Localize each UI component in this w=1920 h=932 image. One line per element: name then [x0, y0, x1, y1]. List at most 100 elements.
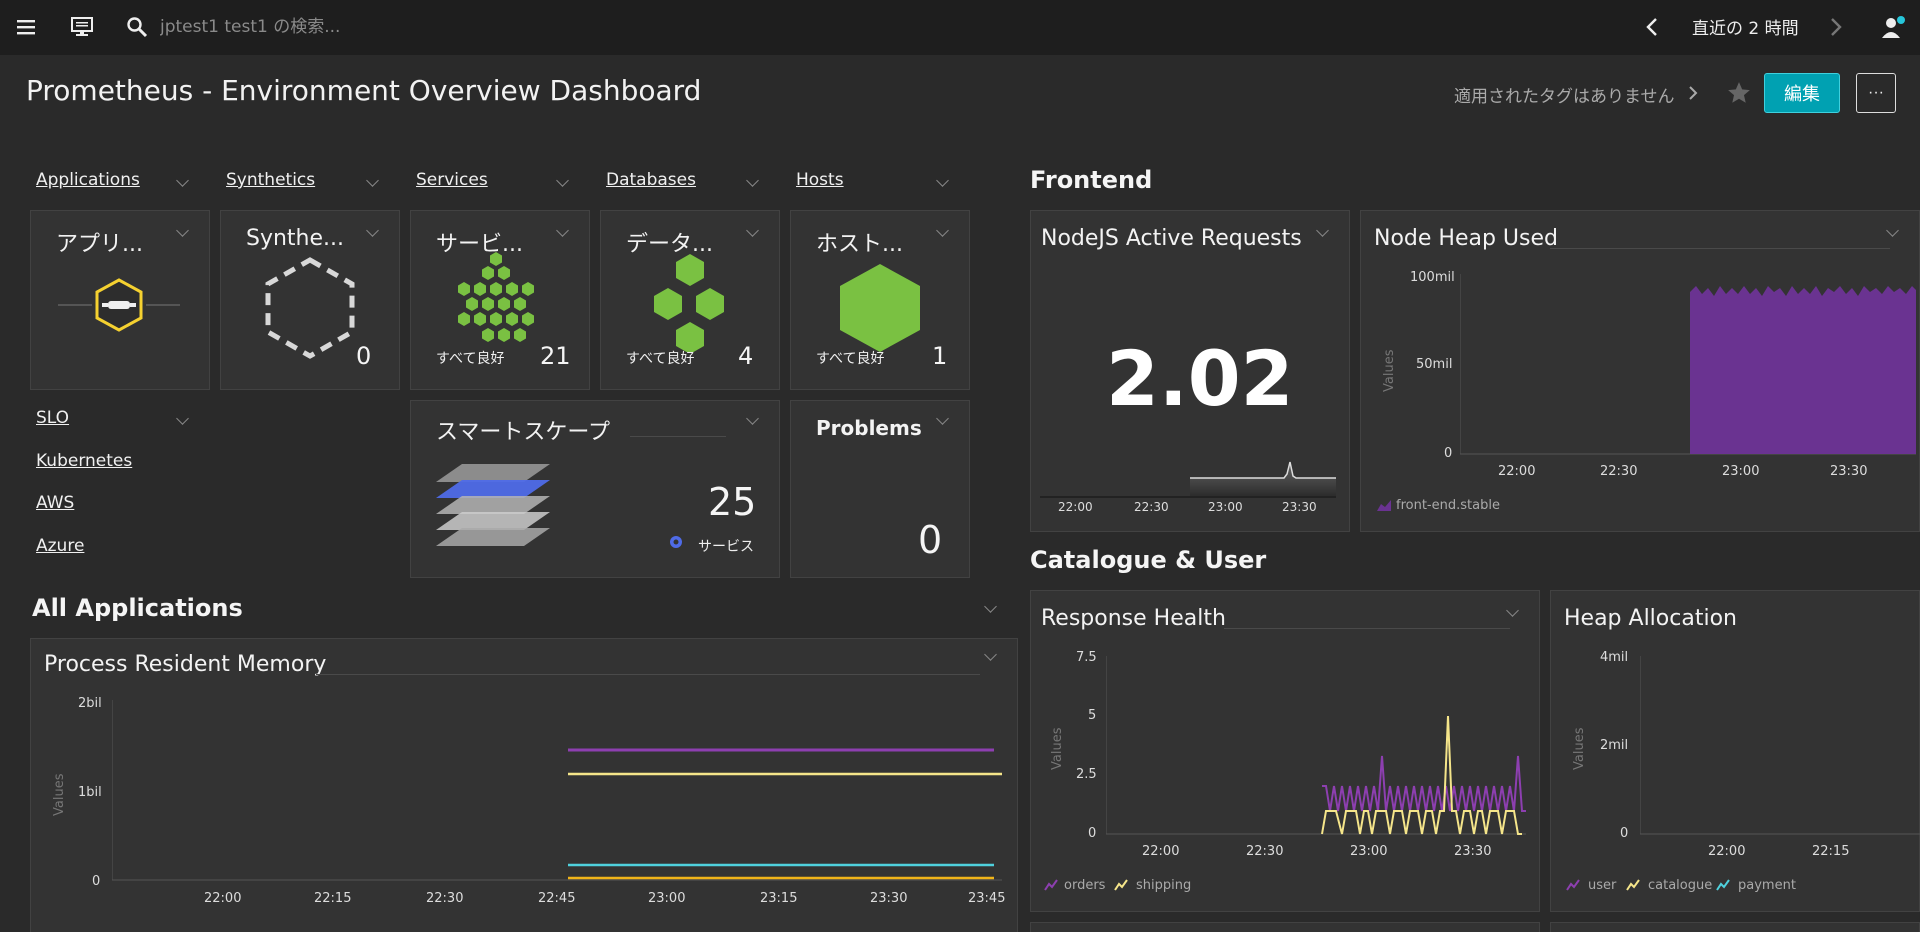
nhu-legend-entry: front-end.stable	[1396, 498, 1500, 513]
favorite-star-icon[interactable]	[1724, 78, 1754, 108]
hosts-status: すべて良好	[816, 351, 885, 367]
search-input[interactable]	[160, 12, 760, 42]
prm-xtick: 22:30	[426, 891, 464, 906]
prm-xtick: 22:15	[314, 891, 352, 906]
timeframe-selector[interactable]: 直近の 2 時間	[1692, 14, 1799, 39]
dashboard-icon[interactable]	[68, 14, 96, 40]
ha-xtick: 22:00	[1708, 844, 1746, 859]
hosts-count: 1	[932, 342, 948, 370]
services-count: 21	[540, 342, 571, 370]
rh-legend-entry: shipping	[1136, 878, 1192, 893]
synthetics-empty-hexagon-icon	[265, 257, 355, 359]
tags-link[interactable]: 適用されたタグはありません	[1454, 82, 1675, 107]
rh-ylabel: Values	[1050, 727, 1065, 770]
smartscape-layers-icon	[436, 464, 550, 546]
prm-xtick: 23:15	[760, 891, 798, 906]
databases-hexagon-icon	[654, 254, 724, 352]
synthetics-tile-title: Synthe...	[246, 226, 345, 251]
prm-xtick: 22:45	[538, 891, 576, 906]
slo-link[interactable]: SLO	[36, 408, 69, 428]
line-legend-icon	[1114, 879, 1128, 891]
smartscape-tile-title: スマートスケープ	[436, 420, 611, 445]
prm-ytick: 1bil	[78, 785, 102, 800]
tags-chevron-icon[interactable]	[1686, 83, 1700, 103]
lower-tile[interactable]	[1030, 922, 1540, 932]
ha-legend-entry: catalogue	[1648, 878, 1713, 893]
search-icon[interactable]	[124, 14, 150, 40]
kubernetes-link[interactable]: Kubernetes	[36, 451, 132, 471]
response-health-chart	[1106, 656, 1526, 835]
services-status: すべて良好	[436, 351, 505, 367]
node-heap-used-title: Node Heap Used	[1374, 226, 1558, 251]
prm-ylabel: Values	[52, 773, 67, 816]
rh-xtick: 22:30	[1246, 844, 1284, 859]
nodejs-xtick: 22:00	[1058, 500, 1093, 514]
nhu-ylabel: Values	[1382, 349, 1397, 392]
databases-chevron-icon[interactable]	[746, 174, 759, 187]
rh-xtick: 22:00	[1142, 844, 1180, 859]
catalogue-user-heading: Catalogue & User	[1030, 546, 1267, 574]
databases-status: すべて良好	[626, 351, 695, 367]
rh-xtick: 23:30	[1454, 844, 1492, 859]
service-gear-icon	[670, 536, 682, 548]
slo-chevron-icon[interactable]	[176, 412, 189, 425]
ha-legend-entry: payment	[1738, 878, 1796, 893]
page-title: Prometheus - Environment Overview Dashbo…	[26, 74, 702, 107]
services-honeycomb-icon	[458, 252, 534, 342]
process-resident-memory-title: Process Resident Memory	[44, 652, 327, 677]
synthetics-link[interactable]: Synthetics	[226, 170, 315, 190]
heap-allocation-title: Heap Allocation	[1564, 606, 1737, 631]
nhu-xtick: 22:30	[1600, 464, 1638, 479]
problems-tile-title: Problems	[816, 416, 922, 440]
applications-chevron-icon[interactable]	[176, 174, 189, 187]
rh-series-shipping	[1321, 715, 1522, 835]
databases-count: 4	[738, 342, 754, 370]
nodejs-xtick: 22:30	[1134, 500, 1169, 514]
hosts-link[interactable]: Hosts	[796, 170, 844, 190]
ha-ytick: 0	[1620, 826, 1629, 841]
ha-legend-entry: user	[1588, 878, 1617, 893]
hosts-chevron-icon[interactable]	[936, 174, 949, 187]
user-icon[interactable]	[1878, 12, 1908, 42]
prm-xtick: 23:00	[648, 891, 686, 906]
ha-ytick: 4mil	[1600, 650, 1629, 665]
ha-ylabel: Values	[1572, 727, 1587, 770]
applications-tile-title: アプリ...	[56, 232, 143, 257]
nhu-series-area	[1690, 286, 1916, 454]
lower-tile[interactable]	[1550, 922, 1920, 932]
process-resident-memory-chart	[112, 700, 1002, 881]
timeframe-prev-icon[interactable]	[1640, 14, 1664, 40]
nodejs-xtick: 23:00	[1208, 500, 1243, 514]
heap-allocation-chart	[1640, 656, 1920, 835]
rh-ytick: 0	[1088, 826, 1097, 841]
rh-ytick: 2.5	[1076, 767, 1097, 782]
timeframe-next-icon[interactable]	[1824, 14, 1848, 40]
prm-ytick: 2bil	[78, 696, 102, 711]
line-legend-icon	[1626, 879, 1640, 891]
synthetics-count: 0	[356, 342, 372, 370]
hosts-hexagon-icon	[840, 264, 920, 352]
problems-count: 0	[918, 518, 943, 562]
rh-series-orders	[1322, 755, 1526, 812]
all-applications-chevron-icon[interactable]	[984, 600, 997, 613]
more-options-button[interactable]: ···	[1856, 73, 1896, 113]
hosts-tile-title: ホスト...	[816, 232, 903, 257]
menu-icon[interactable]	[14, 14, 40, 40]
aws-link[interactable]: AWS	[36, 493, 74, 513]
services-link[interactable]: Services	[416, 170, 488, 190]
prm-xtick: 23:30	[870, 891, 908, 906]
azure-link[interactable]: Azure	[36, 536, 84, 556]
synthetics-chevron-icon[interactable]	[366, 174, 379, 187]
nhu-ytick: 50mil	[1416, 357, 1453, 372]
prm-ytick: 0	[92, 874, 101, 889]
line-legend-icon	[1716, 879, 1730, 891]
nodejs-active-requests-value: 2.02	[1106, 334, 1294, 423]
line-legend-icon	[1566, 879, 1580, 891]
services-chevron-icon[interactable]	[556, 174, 569, 187]
ha-ytick: 2mil	[1600, 738, 1629, 753]
rh-xtick: 23:00	[1350, 844, 1388, 859]
edit-button[interactable]: 編集	[1764, 73, 1840, 113]
databases-link[interactable]: Databases	[606, 170, 696, 190]
applications-link[interactable]: Applications	[36, 170, 140, 190]
smartscape-label: サービス	[698, 539, 754, 555]
